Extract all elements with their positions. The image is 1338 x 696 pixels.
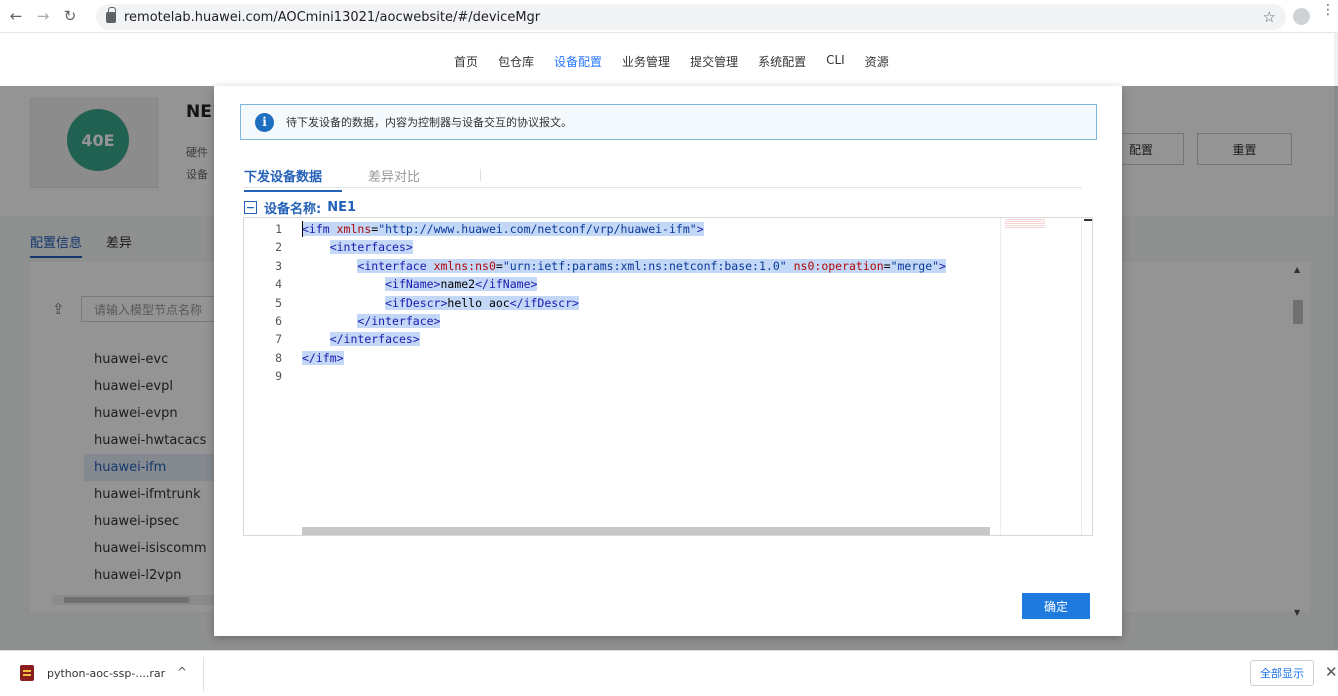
code-editor[interactable]: 1 2 3 4 5 6 7 8 9 <ifm xmlns="http://www… <box>243 217 1093 536</box>
code-line: <interfaces> <box>329 240 413 255</box>
code-line: </ifm> <box>302 350 344 365</box>
editor-vertical-scrollbar[interactable] <box>1081 218 1092 535</box>
forward-icon[interactable]: → <box>32 5 54 27</box>
nav-item-package-repo[interactable]: 包仓库 <box>498 53 534 70</box>
line-number: 6 <box>275 313 282 328</box>
device-label: 设备名称: <box>264 202 322 217</box>
dialog-tabs: 下发设备数据 差异对比 <box>244 166 1082 192</box>
download-file-name[interactable]: python-aoc-ssp-....rar <box>47 667 165 680</box>
line-number: 8 <box>275 350 282 365</box>
line-number: 1 <box>275 222 282 236</box>
info-text: 待下发设备的数据，内容为控制器与设备交互的协议报文。 <box>286 116 572 129</box>
collapse-icon[interactable]: − <box>244 201 257 214</box>
code-line: </interface> <box>357 313 441 328</box>
top-nav-list: 首页 包仓库 设备配置 业务管理 提交管理 系统配置 CLI 资源 <box>454 53 909 70</box>
tab-divider <box>480 169 481 181</box>
url-text: remotelab.huawei.com/AOCmini13021/aocweb… <box>124 9 541 25</box>
code-line: </interfaces> <box>329 332 420 347</box>
nav-item-home[interactable]: 首页 <box>454 53 478 70</box>
top-navigation: 首页 包仓库 设备配置 业务管理 提交管理 系统配置 CLI 资源 <box>0 33 1338 86</box>
code-line: <interface xmlns:ns0="urn:ietf:params:xm… <box>357 258 946 273</box>
back-icon[interactable]: ← <box>5 5 27 27</box>
nav-item-cli[interactable]: CLI <box>826 53 845 70</box>
nav-item-resources[interactable]: 资源 <box>865 53 889 70</box>
code-line: <ifm xmlns="http://www.huawei.com/netcon… <box>302 222 704 236</box>
confirm-button[interactable]: 确定 <box>1022 593 1090 619</box>
code-content[interactable]: <ifm xmlns="http://www.huawei.com/netcon… <box>302 220 1002 386</box>
nav-item-service-mgmt[interactable]: 业务管理 <box>622 53 670 70</box>
nav-item-commit-mgmt[interactable]: 提交管理 <box>690 53 738 70</box>
profile-avatar-icon[interactable] <box>1293 8 1310 25</box>
line-number: 5 <box>275 295 282 310</box>
preview-dialog: i 待下发设备的数据，内容为控制器与设备交互的协议报文。 下发设备数据 差异对比… <box>214 86 1122 636</box>
tab-send-data[interactable]: 下发设备数据 <box>244 166 342 192</box>
code-line: <ifDescr>hello aoc</ifDescr> <box>385 295 579 310</box>
show-all-button[interactable]: 全部显示 <box>1250 660 1314 686</box>
line-number: 2 <box>275 240 282 255</box>
star-icon[interactable]: ☆ <box>1263 8 1276 26</box>
rar-file-icon <box>20 665 34 681</box>
divider <box>203 657 204 691</box>
line-number-gutter: 1 2 3 4 5 6 7 8 9 <box>244 218 302 535</box>
address-bar[interactable]: remotelab.huawei.com/AOCmini13021/aocweb… <box>96 4 1286 30</box>
tab-diff-compare[interactable]: 差异对比 <box>368 166 420 190</box>
code-line: <ifName>name2</ifName> <box>385 277 538 292</box>
device-section-header[interactable]: − 设备名称: NE1 <box>244 198 356 217</box>
line-number: 4 <box>275 277 282 292</box>
editor-horizontal-scrollbar[interactable] <box>302 527 990 535</box>
line-number: 3 <box>275 258 282 273</box>
editor-minimap[interactable] <box>1000 218 1080 535</box>
nav-item-system-config[interactable]: 系统配置 <box>758 53 806 70</box>
device-name-value: NE1 <box>327 200 357 215</box>
line-number: 7 <box>275 332 282 347</box>
download-bar: python-aoc-ssp-....rar ^ 全部显示 ✕ <box>0 650 1338 696</box>
info-banner: i 待下发设备的数据，内容为控制器与设备交互的协议报文。 <box>240 104 1097 140</box>
browser-toolbar: ← → ↻ remotelab.huawei.com/AOCmini13021/… <box>0 0 1338 33</box>
close-icon[interactable]: ✕ <box>1325 663 1338 681</box>
reload-icon[interactable]: ↻ <box>59 5 81 27</box>
browser-menu-icon[interactable]: ⋮ <box>1321 3 1335 17</box>
line-number: 9 <box>275 369 282 384</box>
info-icon: i <box>255 112 274 132</box>
lock-icon <box>106 6 116 23</box>
chevron-up-icon[interactable]: ^ <box>177 665 187 679</box>
text-cursor <box>302 221 303 237</box>
nav-item-device-config[interactable]: 设备配置 <box>554 53 602 70</box>
